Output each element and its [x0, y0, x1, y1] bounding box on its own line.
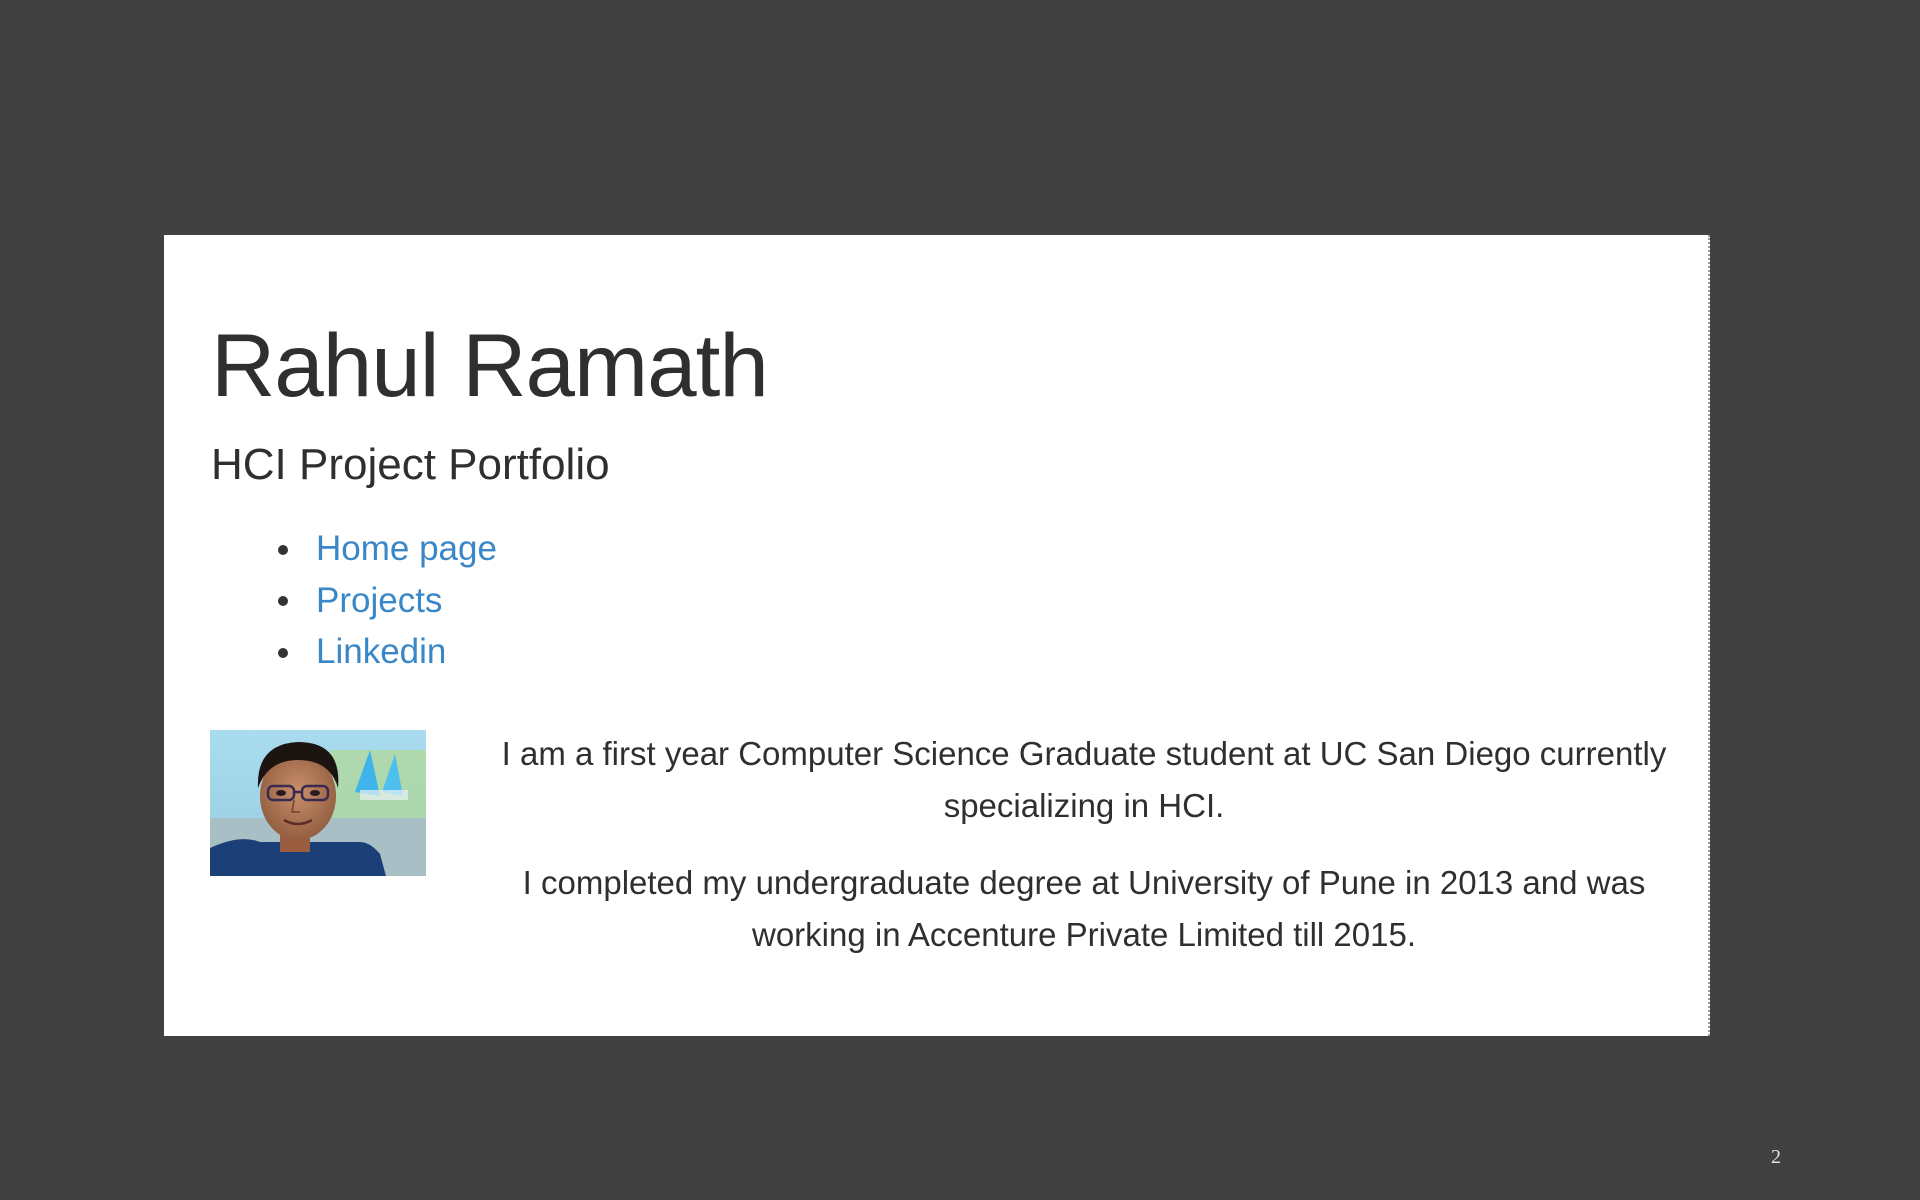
- linkedin-link[interactable]: Linkedin: [316, 634, 446, 669]
- page-title: Rahul Ramath: [211, 315, 769, 415]
- bio-paragraph: I am a first year Computer Science Gradu…: [501, 735, 1667, 824]
- bullet-icon: [278, 596, 288, 607]
- slide-page-number: 2: [1771, 1146, 1781, 1168]
- list-item: Home page: [278, 523, 497, 575]
- nav-link-list: Home page Projects Linkedin: [278, 523, 497, 678]
- bio-section: I am a first year Computer Science Gradu…: [484, 728, 1684, 986]
- projects-link[interactable]: Projects: [316, 583, 442, 618]
- list-item: Linkedin: [278, 626, 497, 678]
- page-subtitle: HCI Project Portfolio: [211, 440, 610, 489]
- webpage-screenshot-card: Rahul Ramath HCI Project Portfolio Home …: [164, 235, 1710, 1036]
- bullet-icon: [278, 647, 288, 658]
- home-page-link[interactable]: Home page: [316, 531, 497, 566]
- bullet-icon: [278, 544, 288, 555]
- profile-photo: [210, 730, 426, 876]
- list-item: Projects: [278, 575, 497, 627]
- presentation-stage: Rahul Ramath HCI Project Portfolio Home …: [0, 0, 1920, 1200]
- bio-paragraph: I completed my undergraduate degree at U…: [522, 864, 1646, 953]
